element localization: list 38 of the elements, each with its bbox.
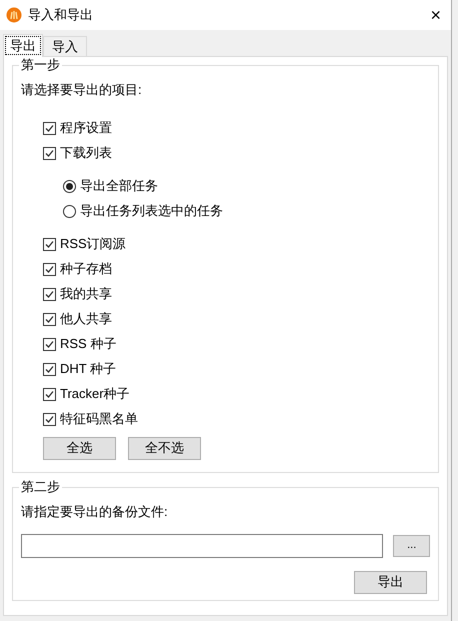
checkbox-label: Tracker种子 [60,385,130,404]
app-logo-icon [6,7,22,23]
group-title: 第二步 [19,479,62,495]
export-button[interactable]: 导出 [354,570,427,594]
radio-button[interactable] [63,180,76,192]
checkbox-label: RSS 种子 [60,335,116,354]
radio-button[interactable] [63,204,76,218]
radio-label: 导出全部任务 [80,177,158,196]
window-title: 导入和导出 [28,6,93,24]
prompt-text: 请选择要导出的项目: [21,81,143,99]
prompt-text: 请指定要导出的备份文件: [21,503,169,521]
checkbox-label: 种子存档 [60,260,112,278]
browse-button[interactable]: ... [393,534,430,556]
checkbox-label: 程序设置 [60,119,112,138]
checkbox-label: RSS订阅源 [60,235,126,254]
checkbox[interactable] [43,122,56,134]
checkbox-label: 下载列表 [60,144,112,162]
checkbox-label: DHT 种子 [60,360,116,378]
checkbox[interactable] [43,262,56,276]
checkbox[interactable] [43,312,56,326]
checkbox[interactable] [43,338,56,350]
close-button[interactable]: × [430,6,441,24]
checkbox-label: 我的共享 [60,285,112,304]
radio-label: 导出任务列表选中的任务 [80,202,223,220]
checkbox-label: 他人共享 [60,310,112,328]
checkbox[interactable] [43,362,56,376]
checkbox[interactable] [43,146,56,160]
tab[interactable]: 导出 [3,34,43,57]
select-button[interactable]: 全选 [43,436,116,460]
tab[interactable]: 导入 [43,36,87,56]
checkbox-label: 特征码黑名单 [60,410,138,428]
checkbox[interactable] [43,388,56,400]
file-path-field[interactable] [21,534,384,558]
checkbox[interactable] [43,238,56,250]
group-title: 第一步 [19,57,62,73]
checkbox[interactable] [43,288,56,300]
select-button[interactable]: 全不选 [128,436,201,460]
checkbox[interactable] [43,412,56,426]
